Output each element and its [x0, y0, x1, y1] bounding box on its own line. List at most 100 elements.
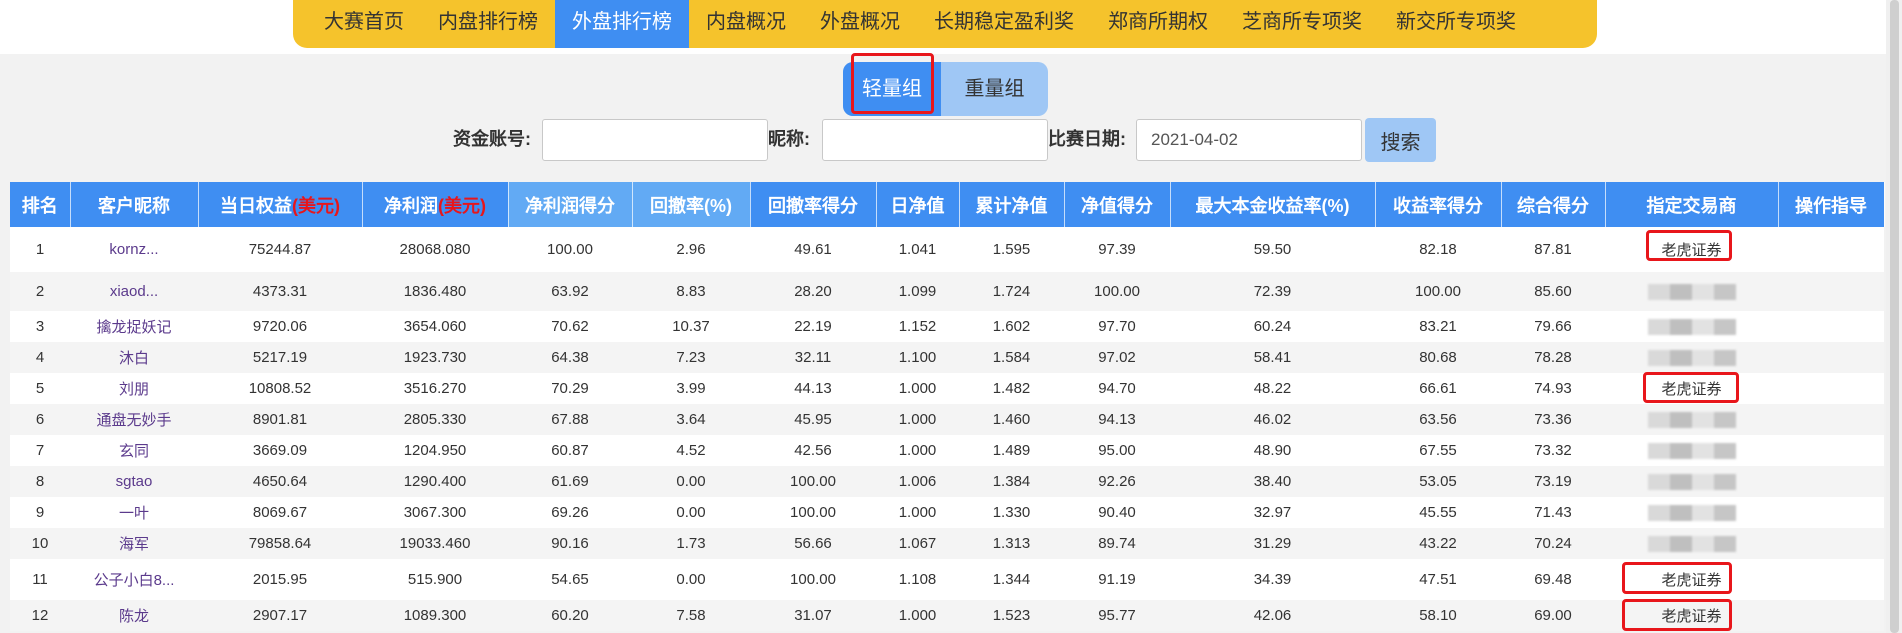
cell-broker	[1605, 404, 1778, 435]
redacted-broker	[1647, 350, 1736, 367]
cell-cum-nav: 1.460	[959, 404, 1064, 435]
cell-total-score: 79.66	[1501, 311, 1605, 342]
cell-equity: 4650.64	[198, 466, 362, 497]
cell-guide[interactable]	[1778, 497, 1884, 528]
cell-return-score: 43.22	[1375, 528, 1501, 559]
cell-guide[interactable]	[1778, 466, 1884, 497]
cell-cum-nav: 1.602	[959, 311, 1064, 342]
cell-nickname[interactable]: sgtao	[70, 466, 198, 497]
scrollbar-thumb[interactable]	[1890, 0, 1899, 633]
col-equity: 当日权益(美元)	[198, 182, 363, 227]
cell-nickname[interactable]: 沐白	[70, 342, 198, 373]
cell-daily-nav: 1.000	[876, 404, 959, 435]
cell-nickname[interactable]: 玄同	[70, 435, 198, 466]
cell-guide[interactable]	[1778, 311, 1884, 342]
cell-profit-score: 70.29	[508, 373, 632, 404]
cell-cum-nav: 1.595	[959, 227, 1064, 272]
cell-guide[interactable]	[1778, 528, 1884, 559]
cell-drawdown-score: 22.19	[750, 311, 876, 342]
nav-item-2[interactable]: 外盘排行榜	[555, 0, 689, 48]
cell-profit: 19033.460	[362, 528, 508, 559]
cell-cum-nav: 1.584	[959, 342, 1064, 373]
cell-drawdown-score: 49.61	[750, 227, 876, 272]
cell-broker: 老虎证券	[1605, 373, 1778, 404]
nav-item-7[interactable]: 芝商所专项奖	[1225, 0, 1379, 48]
cell-nickname[interactable]: 一叶	[70, 497, 198, 528]
cell-nickname[interactable]: 海军	[70, 528, 198, 559]
search-button[interactable]: 搜索	[1365, 118, 1436, 162]
cell-drawdown: 3.64	[632, 404, 750, 435]
cell-total-score: 71.43	[1501, 497, 1605, 528]
nav-item-1[interactable]: 内盘排行榜	[421, 0, 555, 48]
cell-drawdown: 10.37	[632, 311, 750, 342]
date-input[interactable]	[1136, 119, 1362, 161]
account-input[interactable]	[542, 119, 768, 161]
light-group-tab[interactable]: 轻量组	[843, 62, 941, 116]
cell-cum-nav: 1.344	[959, 559, 1064, 600]
cell-daily-nav: 1.000	[876, 600, 959, 631]
cell-nickname[interactable]: xiaod...	[70, 272, 198, 311]
group-toggle: 轻量组 重量组	[843, 62, 1048, 116]
cell-nickname[interactable]: 陈龙	[70, 600, 198, 631]
cell-guide[interactable]	[1778, 559, 1884, 600]
cell-total-score: 70.24	[1501, 528, 1605, 559]
cell-max-return: 34.39	[1170, 559, 1375, 600]
col-return-score: 收益率得分	[1375, 182, 1502, 227]
cell-rank: 6	[10, 404, 70, 435]
cell-nav-score: 90.40	[1064, 497, 1170, 528]
cell-nickname[interactable]: 刘朋	[70, 373, 198, 404]
cell-guide[interactable]	[1778, 435, 1884, 466]
cell-max-return: 38.40	[1170, 466, 1375, 497]
cell-nickname[interactable]: kornz...	[70, 227, 198, 272]
cell-max-return: 32.97	[1170, 497, 1375, 528]
cell-rank: 10	[10, 528, 70, 559]
table-row: 5 刘朋 10808.52 3516.270 70.29 3.99 44.13 1.000 1.…	[10, 373, 1884, 404]
cell-rank: 4	[10, 342, 70, 373]
table-row: 1 kornz... 75244.87 28068.080 100.00 2.96 49.6…	[10, 227, 1884, 272]
nav-item-0[interactable]: 大赛首页	[307, 0, 421, 48]
cell-guide[interactable]	[1778, 227, 1884, 272]
scrollbar-track[interactable]	[1886, 0, 1902, 633]
table-row: 4 沐白 5217.19 1923.730 64.38 7.23 32.11 1.100 1.5…	[10, 342, 1884, 373]
cell-guide[interactable]	[1778, 272, 1884, 311]
cell-broker	[1605, 466, 1778, 497]
cell-equity: 75244.87	[198, 227, 362, 272]
cell-drawdown-score: 31.07	[750, 600, 876, 631]
heavy-group-tab[interactable]: 重量组	[941, 62, 1048, 116]
cell-nickname[interactable]: 公子小白8...	[70, 559, 198, 600]
nav-item-5[interactable]: 长期稳定盈利奖	[917, 0, 1091, 48]
nav-item-4[interactable]: 外盘概况	[803, 0, 917, 48]
redacted-broker	[1647, 505, 1736, 522]
broker-name: 老虎证券	[1661, 381, 1722, 398]
cell-drawdown-score: 32.11	[750, 342, 876, 373]
cell-nav-score: 94.13	[1064, 404, 1170, 435]
cell-daily-nav: 1.108	[876, 559, 959, 600]
nav-item-6[interactable]: 郑商所期权	[1091, 0, 1225, 48]
cell-nickname[interactable]: 通盘无妙手	[70, 404, 198, 435]
cell-guide[interactable]	[1778, 404, 1884, 435]
nav-item-8[interactable]: 新交所专项奖	[1379, 0, 1533, 48]
col-daily-nav: 日净值	[876, 182, 960, 227]
cell-cum-nav: 1.384	[959, 466, 1064, 497]
cell-profit-score: 61.69	[508, 466, 632, 497]
profit-header-text: 净利润	[384, 195, 438, 216]
nickname-input[interactable]	[822, 119, 1048, 161]
col-max-return: 最大本金收益率(%)	[1170, 182, 1376, 227]
cell-nav-score: 97.70	[1064, 311, 1170, 342]
cell-guide[interactable]	[1778, 373, 1884, 404]
redacted-broker	[1647, 536, 1736, 553]
cell-total-score: 73.36	[1501, 404, 1605, 435]
cell-nickname[interactable]: 擒龙捉妖记	[70, 311, 198, 342]
cell-cum-nav: 1.313	[959, 528, 1064, 559]
cell-total-score: 74.93	[1501, 373, 1605, 404]
cell-guide[interactable]	[1778, 600, 1884, 631]
nav-item-3[interactable]: 内盘概况	[689, 0, 803, 48]
cell-drawdown-score: 45.95	[750, 404, 876, 435]
cell-rank: 11	[10, 559, 70, 600]
cell-profit: 3516.270	[362, 373, 508, 404]
cell-return-score: 66.61	[1375, 373, 1501, 404]
cell-daily-nav: 1.067	[876, 528, 959, 559]
cell-max-return: 60.24	[1170, 311, 1375, 342]
col-total-score: 综合得分	[1501, 182, 1606, 227]
cell-guide[interactable]	[1778, 342, 1884, 373]
